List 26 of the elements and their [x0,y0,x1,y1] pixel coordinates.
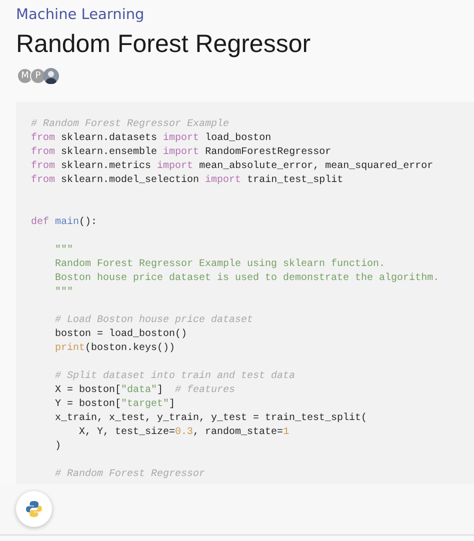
code-line: x_train, x_test, y_train, y_test = train_test_split( [54,412,368,426]
code-line: # Split dataset into train and test data [54,370,296,384]
code-line: ) [54,440,62,454]
code-line: Random Forest Regressor Example using sklearn function. [54,258,386,272]
avatar-silhouette-icon[interactable] [43,68,59,84]
code-line: # Random Forest Regressor [54,468,206,482]
code-line: # Load Boston house price dataset [54,314,254,328]
page-title: Random Forest Regressor [16,29,311,60]
category-label: Machine Learning [16,7,144,23]
code-line: boston = load_boston() [54,328,188,342]
code-line: from sklearn.ensemble import RandomForestRegressor [31,146,332,160]
code-line: from sklearn.datasets import load_boston [31,132,272,146]
code-line: X = boston["data"] # features [54,384,236,398]
code-line: from sklearn.model_selection import train_test_split [31,174,344,188]
python-logo-icon [25,500,43,518]
code-line: """ [54,286,74,300]
code-line: X, Y, test_size=0.3, random_state=1 [78,426,290,440]
code-line: from sklearn.metrics import mean_absolute_error, mean_squared_error [31,160,434,174]
code-line: Y = boston["target"] [54,398,176,412]
code-line: """ [54,244,74,258]
code-line: Boston house price dataset is used to demonstrate the algorithm. [54,272,440,286]
code-line: def main(): [31,216,98,230]
python-logo-button[interactable] [16,491,52,527]
code-line: print(boston.keys()) [54,342,176,356]
avatar-initial[interactable]: M [17,68,33,84]
code-line: # Random Forest Regressor Example [31,118,230,132]
